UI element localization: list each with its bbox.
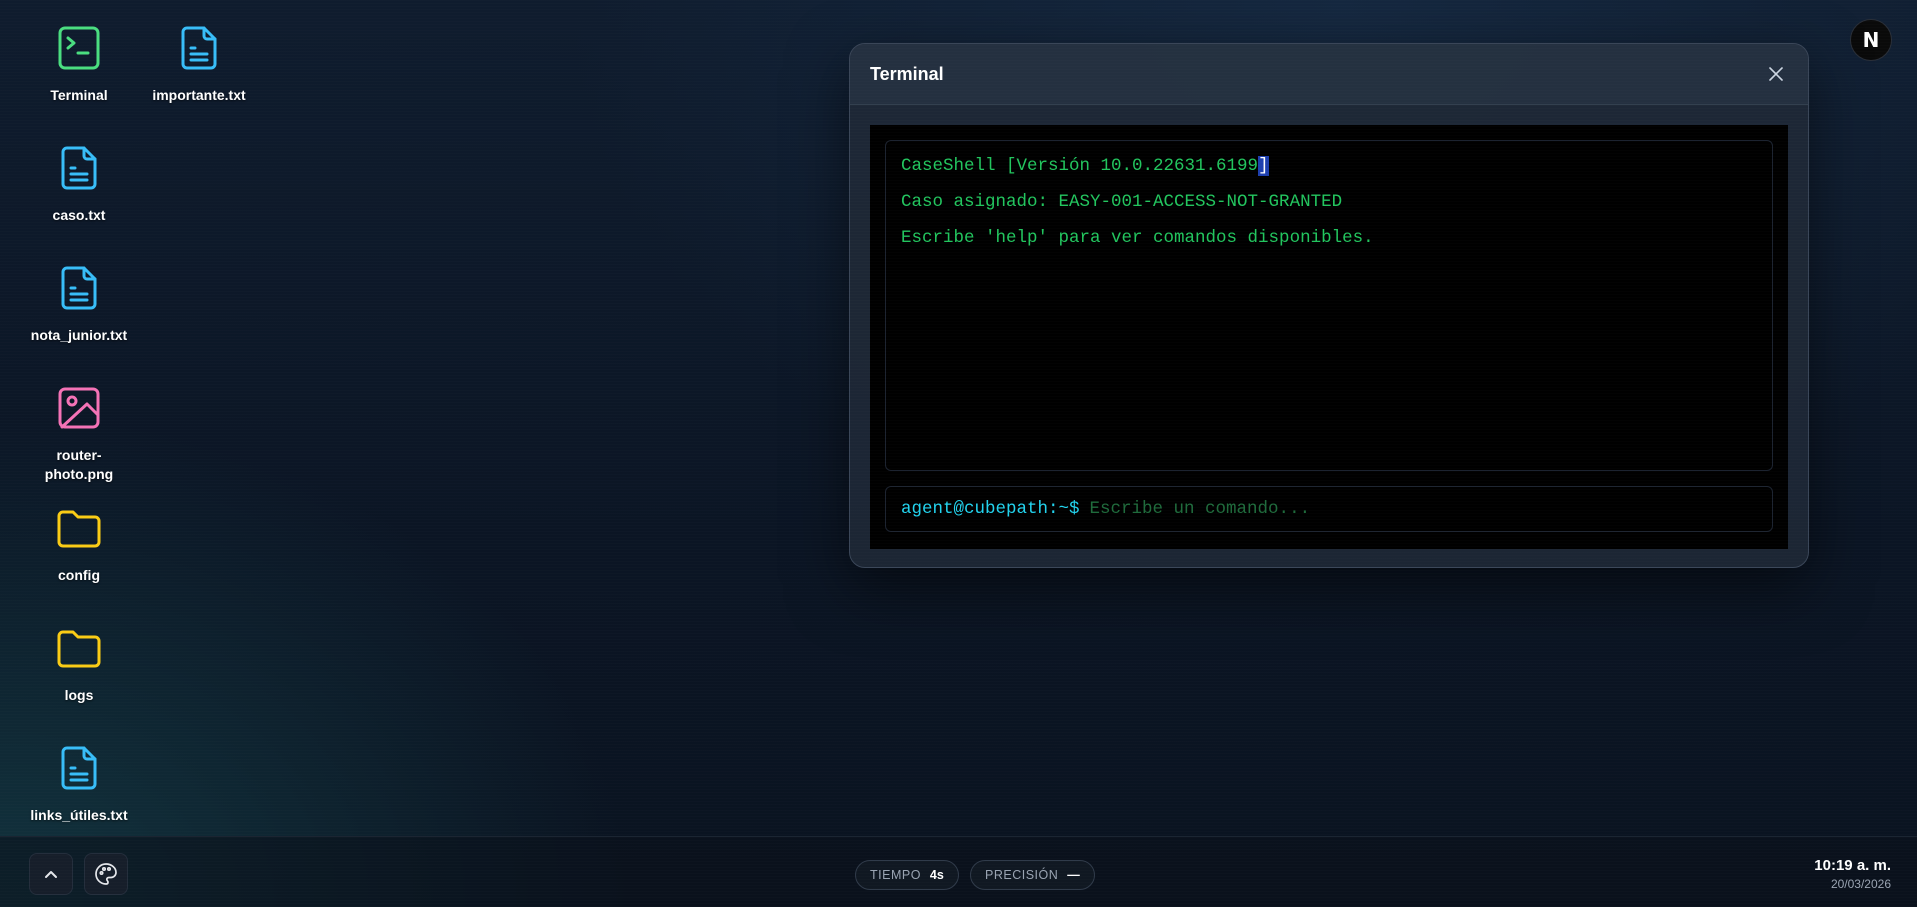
desktop-icon-label: logs (64, 687, 94, 703)
desktop-icon-label: links_útiles.txt (30, 807, 128, 823)
output-line: Caso asignado: EASY-001-ACCESS-NOT-GRANT… (901, 192, 1343, 212)
system-clock[interactable]: 10:19 a. m. 20/03/2026 (1814, 857, 1891, 891)
shell-prompt: agent@cubepath:~$ (901, 499, 1080, 519)
output-line: Escribe 'help' para ver comandos disponi… (901, 228, 1374, 248)
desktop-icon-config[interactable]: config (19, 502, 139, 585)
desktop-icon-router-photo-png[interactable]: router-photo.png (19, 382, 139, 484)
desktop-icon-label: caso.txt (52, 207, 106, 223)
command-input[interactable] (1089, 499, 1757, 519)
desktop-icon-links-utiles-txt[interactable]: links_útiles.txt (19, 742, 139, 825)
text-file-icon (53, 742, 105, 794)
desktop-icon-logs[interactable]: logs (19, 622, 139, 705)
text-file-icon (53, 262, 105, 314)
theme-button[interactable] (84, 853, 128, 895)
folder-icon (53, 502, 105, 554)
text-file-icon (173, 22, 225, 74)
text-cursor-highlight: ] (1258, 156, 1269, 176)
user-avatar[interactable]: N (1850, 19, 1892, 61)
palette-icon (95, 863, 117, 885)
window-titlebar[interactable]: Terminal (850, 44, 1808, 105)
taskbar: TIEMPO 4s PRECISIÓN — 10:19 a. m. 20/03/… (0, 836, 1917, 907)
clock-time: 10:19 a. m. (1814, 857, 1891, 874)
start-menu-button[interactable] (29, 853, 73, 895)
terminal-output: CaseShell [Versión 10.0.22631.6199] Caso… (885, 140, 1773, 471)
precision-value: — (1067, 868, 1080, 882)
desktop-icon-label: Terminal (50, 87, 108, 103)
output-line: CaseShell [Versión 10.0.22631.6199] (901, 155, 1757, 191)
desktop-icon-label: importante.txt (152, 87, 246, 103)
folder-icon (53, 622, 105, 674)
clock-date: 20/03/2026 (1830, 877, 1891, 891)
desktop-icon-terminal[interactable]: Terminal (19, 22, 139, 105)
terminal-window: Terminal CaseShell [Versión 10.0.22631.6… (849, 43, 1809, 568)
desktop-icon-label: nota_junior.txt (30, 327, 128, 343)
close-button[interactable] (1764, 62, 1788, 86)
desktop-icon-importante-txt[interactable]: importante.txt (139, 22, 259, 105)
time-indicator: TIEMPO 4s (855, 860, 959, 890)
output-line-text: CaseShell [Versión 10.0.22631.6199 (901, 156, 1259, 176)
time-value: 4s (929, 868, 944, 882)
desktop-icon-caso-txt[interactable]: caso.txt (19, 142, 139, 225)
command-input-row: agent@cubepath:~$ (885, 486, 1773, 532)
close-icon (1769, 67, 1783, 81)
terminal-icon (53, 22, 105, 74)
image-file-icon (53, 382, 105, 434)
time-label: TIEMPO (870, 868, 921, 882)
desktop-icon-label: router-photo.png (44, 447, 114, 482)
chevron-up-icon (45, 871, 57, 878)
desktop-icon-nota-junior-txt[interactable]: nota_junior.txt (19, 262, 139, 345)
terminal-body: CaseShell [Versión 10.0.22631.6199] Caso… (870, 125, 1788, 549)
text-file-icon (53, 142, 105, 194)
precision-label: PRECISIÓN (985, 868, 1059, 882)
precision-indicator: PRECISIÓN — (970, 860, 1095, 890)
window-title: Terminal (870, 63, 944, 84)
avatar-letter: N (1862, 28, 1880, 52)
desktop-icon-label: config (58, 567, 100, 583)
